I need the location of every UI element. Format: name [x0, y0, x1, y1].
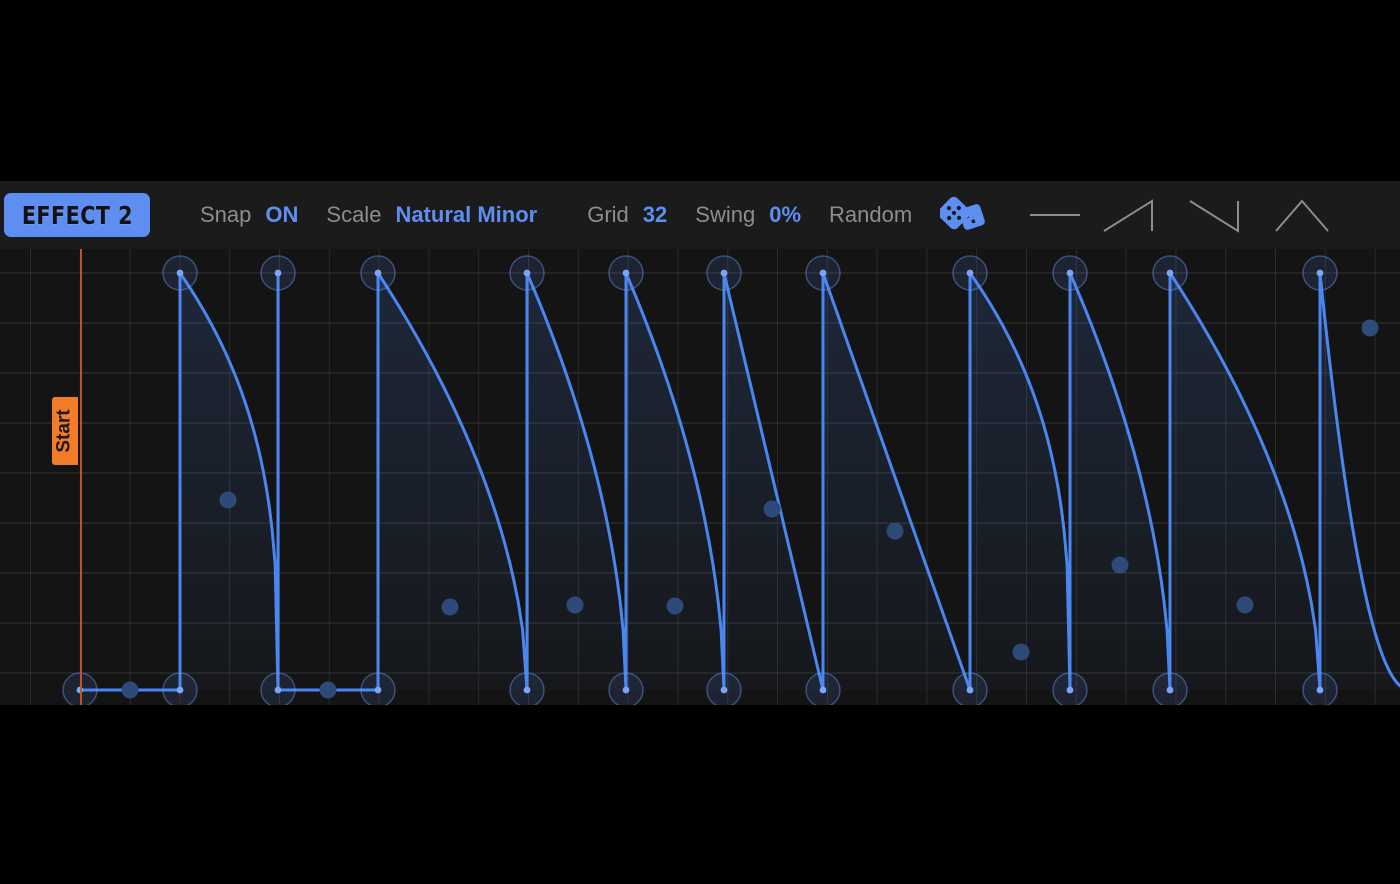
effect-selector-button[interactable]: EFFECT 2 [4, 193, 150, 237]
envelope-node[interactable] [1166, 269, 1174, 277]
envelope-node[interactable] [176, 269, 184, 277]
curve-handle[interactable] [886, 522, 904, 540]
swing-label: Swing [695, 202, 756, 227]
envelope-node[interactable] [1166, 686, 1174, 694]
grid-control[interactable]: Grid 32 [587, 202, 667, 228]
start-marker-label: Start [54, 409, 76, 453]
curve-editor[interactable]: Start [0, 249, 1400, 705]
curve-handle[interactable] [763, 500, 781, 518]
plugin-window: EFFECT 2 Snap ON Scale Natural Minor Gri… [0, 0, 1400, 884]
snap-label: Snap [200, 202, 252, 227]
envelope-node[interactable] [819, 269, 827, 277]
shape-flat-icon[interactable] [1024, 193, 1086, 237]
envelope-node[interactable] [819, 686, 827, 694]
scale-control[interactable]: Scale Natural Minor [326, 202, 537, 228]
toolbar: EFFECT 2 Snap ON Scale Natural Minor Gri… [0, 181, 1400, 249]
curve-handle[interactable] [666, 597, 684, 615]
envelope-node[interactable] [720, 686, 728, 694]
envelope-node[interactable] [523, 686, 531, 694]
swing-value[interactable]: 0% [769, 202, 801, 228]
scale-label: Scale [326, 202, 382, 227]
envelope-node[interactable] [176, 686, 184, 694]
envelope-node[interactable] [374, 686, 382, 694]
effect-selector-label: EFFECT 2 [21, 200, 133, 230]
envelope-node[interactable] [1316, 269, 1324, 277]
scale-value[interactable]: Natural Minor [395, 202, 537, 228]
curve-handle[interactable] [566, 596, 584, 614]
shape-ramp-up-icon[interactable] [1100, 193, 1172, 237]
envelope-node[interactable] [1066, 269, 1074, 277]
curve-handle[interactable] [219, 491, 237, 509]
curve-handle[interactable] [1111, 556, 1129, 574]
snap-value[interactable]: ON [265, 202, 298, 228]
curve-handle[interactable] [1236, 596, 1254, 614]
start-playhead[interactable]: Start [52, 249, 82, 705]
curve-handle[interactable] [121, 681, 139, 699]
random-label: Random [829, 202, 913, 227]
curve-handle[interactable] [1012, 643, 1030, 661]
envelope-node[interactable] [966, 269, 974, 277]
envelope-node[interactable] [274, 269, 282, 277]
curve-handle[interactable] [441, 598, 459, 616]
random-control[interactable]: Random [829, 193, 996, 237]
dice-icon[interactable] [940, 193, 996, 237]
curve-handle[interactable] [1361, 319, 1379, 337]
grid-value[interactable]: 32 [643, 202, 667, 228]
envelope-curve[interactable] [0, 249, 1400, 705]
swing-control[interactable]: Swing 0% [695, 202, 801, 228]
envelope-node[interactable] [374, 269, 382, 277]
envelope-node[interactable] [966, 686, 974, 694]
envelope-node[interactable] [523, 269, 531, 277]
snap-control[interactable]: Snap ON [200, 202, 298, 228]
envelope-node[interactable] [1316, 686, 1324, 694]
envelope-node[interactable] [274, 686, 282, 694]
grid-label: Grid [587, 202, 629, 227]
start-marker-flag[interactable]: Start [52, 397, 78, 465]
shape-triangle-icon[interactable] [1272, 193, 1344, 237]
envelope-node[interactable] [720, 269, 728, 277]
curve-handle[interactable] [319, 681, 337, 699]
shape-ramp-down-icon[interactable] [1186, 193, 1258, 237]
envelope-node[interactable] [1066, 686, 1074, 694]
envelope-node[interactable] [622, 269, 630, 277]
envelope-node[interactable] [622, 686, 630, 694]
